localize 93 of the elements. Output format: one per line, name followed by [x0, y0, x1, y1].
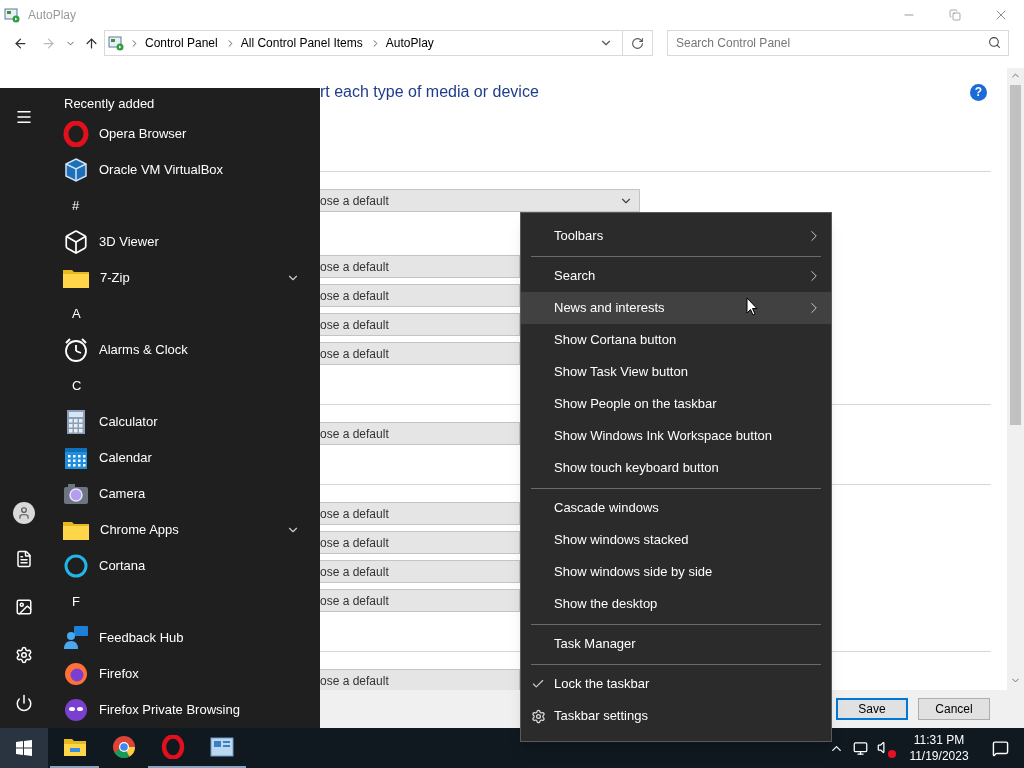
section-heading: Recently added [64, 95, 155, 114]
breadcrumb-item[interactable]: Control Panel [145, 34, 218, 52]
ring-icon [63, 553, 89, 579]
refresh-icon [631, 36, 644, 50]
dropdown[interactable]: ose a default [320, 422, 520, 445]
letter-heading: F [72, 593, 80, 612]
letter-heading: A [72, 305, 81, 324]
mask-icon [63, 697, 89, 723]
page-heading: rt each type of media or device [320, 82, 540, 102]
start-button[interactable] [0, 728, 48, 768]
document-icon[interactable] [15, 550, 33, 568]
user-avatar[interactable] [13, 502, 35, 524]
control-panel-icon [108, 35, 124, 51]
menu-item[interactable]: Show Windows Ink Workspace button [521, 420, 831, 452]
menu-item[interactable]: Search [521, 260, 831, 292]
window-title: AutoPlay [28, 7, 78, 24]
menu-item[interactable]: Lock the taskbar [521, 668, 831, 700]
folder-item[interactable]: Chrome Apps [48, 512, 320, 548]
dialog-button[interactable]: Save [836, 698, 908, 720]
folder-icon [62, 519, 90, 541]
cube-icon [63, 157, 89, 183]
restore-icon [949, 9, 961, 21]
dropdown[interactable]: ose a default [320, 560, 520, 583]
menu-item[interactable]: Cascade windows [521, 492, 831, 524]
menu-item[interactable]: Show the desktop [521, 588, 831, 620]
check-icon [531, 677, 545, 691]
cube-icon [63, 229, 89, 255]
breadcrumb-item[interactable]: All Control Panel Items [240, 34, 363, 52]
dropdown[interactable]: ose a default [320, 589, 520, 612]
folder-icon [62, 737, 87, 757]
clock[interactable]: 11:31 PM 11/19/2023 [901, 732, 977, 764]
app-item[interactable]: Cortana [48, 548, 320, 584]
network-icon[interactable] [853, 740, 868, 756]
app-item[interactable]: Opera Browser [48, 116, 320, 152]
dropdown[interactable]: ose a default [320, 284, 520, 307]
power-icon[interactable] [15, 694, 33, 712]
dialog-button[interactable]: Cancel [918, 698, 990, 720]
menu-item[interactable]: Show windows side by side [521, 556, 831, 588]
folder-icon [62, 267, 90, 289]
breadcrumb-item[interactable]: AutoPlay [385, 34, 434, 52]
search-icon [988, 36, 1001, 49]
app-item[interactable]: Oracle VM VirtualBox [48, 152, 320, 188]
person-icon [17, 506, 31, 520]
camera-icon [63, 481, 89, 507]
opera-icon [160, 735, 185, 759]
menu-item[interactable]: Taskbar settings [521, 700, 831, 732]
alarm-clock-icon [63, 337, 89, 363]
app-item[interactable]: 3D Viewer [48, 224, 320, 260]
app-item[interactable]: Calculator [48, 404, 320, 440]
control-panel-icon [209, 736, 234, 758]
cursor-icon [746, 297, 758, 316]
settings-icon[interactable] [15, 646, 33, 664]
menu-item[interactable]: Task Manager [521, 628, 831, 660]
menu-item[interactable]: Show Cortana button [521, 324, 831, 356]
app-item[interactable]: Calendar [48, 440, 320, 476]
menu-item[interactable]: Show windows stacked [521, 524, 831, 556]
feedback-icon [63, 625, 89, 651]
app-item[interactable]: Camera [48, 476, 320, 512]
windows-logo-icon [16, 740, 32, 756]
app-item[interactable]: Feedback Hub [48, 620, 320, 656]
firefox-icon [63, 661, 89, 687]
menu-icon[interactable] [15, 108, 33, 126]
opera-icon [63, 121, 89, 147]
search-field[interactable]: Search Control Panel [667, 30, 1009, 56]
letter-heading: # [72, 197, 80, 216]
dropdown[interactable]: ose a default [320, 502, 520, 525]
menu-item[interactable]: Show Task View button [521, 356, 831, 388]
menu-item[interactable]: Show People on the taskbar [521, 388, 831, 420]
folder-item[interactable]: 7-Zip [48, 260, 320, 296]
letter-heading: C [72, 377, 82, 396]
app-item[interactable]: Firefox Private Browsing [48, 692, 320, 728]
address-bar[interactable]: Control Panel All Control Panel Items AutoPlay [104, 30, 653, 56]
calendar-icon [63, 445, 89, 471]
dropdown[interactable]: ose a default [320, 313, 520, 336]
chrome-icon [111, 735, 136, 759]
dropdown[interactable]: ose a default [320, 189, 640, 212]
dropdown[interactable]: ose a default [320, 255, 520, 278]
app-icon [4, 7, 20, 23]
app-item[interactable]: Firefox [48, 656, 320, 692]
menu-item[interactable]: Show touch keyboard button [521, 452, 831, 484]
volume-muted-icon[interactable] [877, 740, 893, 756]
dropdown[interactable]: ose a default [320, 342, 520, 365]
notifications-icon[interactable] [992, 739, 1009, 757]
dropdown[interactable]: ose a default [320, 531, 520, 554]
menu-item[interactable]: News and interests [521, 292, 831, 324]
forward-arrow-icon [40, 35, 56, 51]
dropdown[interactable]: ose a default [320, 669, 520, 690]
settings-icon [531, 708, 546, 724]
scrollbar[interactable] [1007, 68, 1024, 690]
app-item[interactable]: Alarms & Clock [48, 332, 320, 368]
pictures-icon[interactable] [15, 598, 33, 616]
help-button[interactable]: ? [970, 83, 987, 101]
menu-item[interactable]: Toolbars [521, 220, 831, 252]
